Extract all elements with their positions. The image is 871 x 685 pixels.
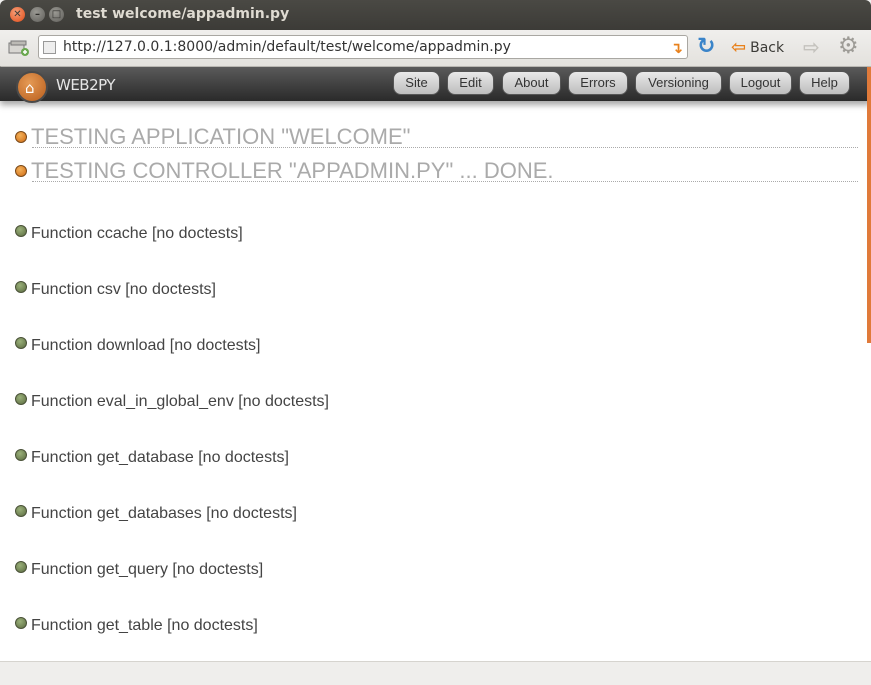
page-favicon-icon [43, 41, 56, 54]
list-item: Function get_table [no doctests] [15, 617, 258, 635]
forward-arrow-icon[interactable]: ⇨ [803, 35, 820, 59]
green-bullet-icon [15, 393, 27, 405]
go-arrow-icon[interactable]: ↴ [670, 39, 683, 57]
heading-text: TESTING CONTROLLER "APPADMIN.PY" ... DON… [31, 158, 554, 183]
function-text: Function get_query [no doctests] [31, 561, 264, 578]
back-button[interactable]: ⇦ Back [731, 37, 784, 58]
app-navbar: ⌂ WEB2PY Site Edit About Errors Versioni… [0, 67, 871, 103]
window-title: test welcome/appadmin.py [76, 6, 290, 22]
divider [32, 181, 858, 182]
function-text: Function get_databases [no doctests] [31, 505, 297, 522]
heading-text: TESTING APPLICATION "WELCOME" [31, 124, 411, 149]
nav-help-button[interactable]: Help [799, 71, 850, 95]
status-bar [0, 661, 871, 685]
nav-edit-button[interactable]: Edit [447, 71, 494, 95]
green-bullet-icon [15, 225, 27, 237]
function-text: Function download [no doctests] [31, 337, 261, 354]
scrollbar[interactable] [867, 67, 871, 343]
green-bullet-icon [15, 337, 27, 349]
divider [32, 147, 858, 148]
function-text: Function get_table [no doctests] [31, 617, 258, 634]
back-label: Back [750, 40, 785, 56]
gear-icon[interactable]: ⚙ [838, 33, 859, 59]
green-bullet-icon [15, 561, 27, 573]
nav-versioning-button[interactable]: Versioning [635, 71, 722, 95]
app-logo: WEB2PY [56, 76, 116, 94]
list-item: Function ccache [no doctests] [15, 225, 243, 243]
list-item: Function get_query [no doctests] [15, 561, 263, 579]
window-titlebar: ✕ – □ test welcome/appadmin.py [0, 0, 871, 30]
list-item: Function get_database [no doctests] [15, 449, 289, 467]
nav-about-button[interactable]: About [502, 71, 561, 95]
function-text: Function csv [no doctests] [31, 281, 216, 298]
close-window-button[interactable]: ✕ [10, 7, 25, 22]
home-icon: ⌂ [25, 79, 35, 97]
function-text: Function get_database [no doctests] [31, 449, 289, 466]
green-bullet-icon [15, 505, 27, 517]
function-text: Function eval_in_global_env [no doctests… [31, 393, 329, 410]
nav-site-button[interactable]: Site [393, 71, 440, 95]
orange-bullet-icon [15, 165, 27, 177]
function-text: Function ccache [no doctests] [31, 225, 243, 242]
nav-logout-button[interactable]: Logout [729, 71, 792, 95]
orange-bullet-icon [15, 131, 27, 143]
nav-errors-button[interactable]: Errors [568, 71, 628, 95]
green-bullet-icon [15, 281, 27, 293]
green-bullet-icon [15, 449, 27, 461]
url-text[interactable]: http://127.0.0.1:8000/admin/default/test… [63, 39, 511, 55]
minimize-window-button[interactable]: – [30, 7, 45, 22]
maximize-window-button[interactable]: □ [49, 7, 64, 22]
green-bullet-icon [15, 617, 27, 629]
back-arrow-icon: ⇦ [731, 37, 747, 58]
home-button[interactable]: ⌂ [16, 71, 48, 103]
list-item: Function get_databases [no doctests] [15, 505, 297, 523]
browser-toolbar: http://127.0.0.1:8000/admin/default/test… [0, 30, 871, 67]
url-bar[interactable]: http://127.0.0.1:8000/admin/default/test… [38, 35, 688, 59]
list-item: Function eval_in_global_env [no doctests… [15, 393, 329, 411]
list-item: Function csv [no doctests] [15, 281, 216, 299]
reload-icon[interactable]: ↻ [697, 36, 719, 58]
new-tab-icon[interactable] [8, 40, 30, 56]
page-content: ⌂ WEB2PY Site Edit About Errors Versioni… [0, 67, 871, 661]
list-item: Function download [no doctests] [15, 337, 260, 355]
